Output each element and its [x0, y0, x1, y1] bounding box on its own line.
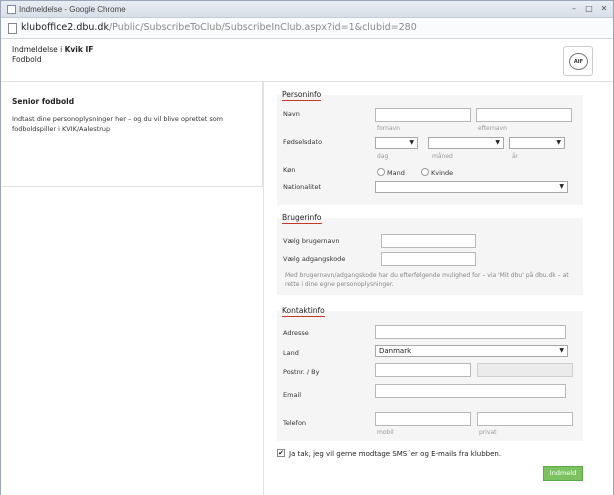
- page-content: Indmeldelse i Kvik IF Fodbold AIF Senior…: [1, 40, 613, 495]
- sport-name: Fodbold: [12, 55, 42, 64]
- brugerinfo-section: Brugerinfo Vælg brugernavn Vælg adgangsk…: [277, 213, 583, 295]
- password-label: Vælg adgangskode: [283, 255, 346, 263]
- chevron-down-icon: ▼: [409, 139, 414, 146]
- page-icon: [8, 23, 17, 34]
- postal-label: Postnr. / By: [283, 368, 320, 376]
- gender-female-radio[interactable]: [421, 168, 429, 176]
- club-logo: AIF: [563, 46, 593, 76]
- consent-checkbox[interactable]: ✔: [277, 449, 285, 457]
- year-sublabel: år: [512, 153, 519, 160]
- kontaktinfo-legend: Kontaktinfo: [282, 306, 325, 317]
- url-host: kluboffice2.dbu.dk: [21, 22, 109, 33]
- month-sublabel: måned: [432, 153, 453, 160]
- username-input[interactable]: [381, 234, 476, 248]
- name-label: Navn: [283, 110, 300, 118]
- month-select[interactable]: ▼: [428, 137, 504, 149]
- club-name: Kvik IF: [64, 45, 94, 54]
- window-title: Indmeldelse - Google Chrome: [19, 5, 126, 14]
- mobile-input[interactable]: [375, 412, 471, 426]
- brugerinfo-note: Med brugernavn/adgangskode har du efterf…: [285, 272, 569, 288]
- minimize-button[interactable]: –: [568, 4, 580, 13]
- year-select[interactable]: ▼: [509, 137, 565, 149]
- consent-label: Ja tak, jeg vil gerne modtage SMS´er og …: [289, 450, 502, 458]
- close-button[interactable]: ✕: [598, 4, 610, 13]
- brugerinfo-legend: Brugerinfo: [282, 213, 322, 224]
- mobile-sublabel: mobil: [377, 429, 394, 436]
- nationality-select[interactable]: ▼: [375, 181, 568, 193]
- username-label: Vælg brugernavn: [283, 237, 340, 245]
- intro-panel: Senior fodbold Indtast dine personoplysn…: [1, 82, 263, 187]
- lastname-input[interactable]: [476, 108, 572, 122]
- personinfo-section: Personinfo Navn fornavn efternavn Fødsel…: [277, 90, 583, 205]
- country-select[interactable]: Danmark ▼: [375, 345, 568, 357]
- nationality-label: Nationalitet: [283, 183, 321, 191]
- city-input: [477, 363, 573, 377]
- gender-male-radio[interactable]: [377, 168, 385, 176]
- browser-window: Indmeldelse - Google Chrome – □ ✕ klubof…: [0, 0, 614, 495]
- column-divider: [263, 82, 264, 495]
- kontaktinfo-section: Kontaktinfo Adresse Land Danmark ▼ Postnr…: [277, 306, 583, 441]
- header-title: Indmeldelse i Kvik IF: [12, 45, 93, 54]
- gender-label: Køn: [283, 166, 296, 174]
- phone-label: Telefon: [283, 419, 307, 427]
- chevron-down-icon: ▼: [495, 139, 500, 146]
- country-label: Land: [283, 349, 299, 357]
- maximize-button[interactable]: □: [583, 4, 595, 13]
- day-select[interactable]: ▼: [375, 137, 418, 149]
- country-value: Danmark: [379, 347, 412, 355]
- address-label: Adresse: [283, 329, 309, 337]
- address-bar[interactable]: kluboffice2.dbu.dk/Public/SubscribeToClu…: [1, 18, 613, 39]
- favicon-icon: [7, 5, 16, 14]
- lastname-sublabel: efternavn: [478, 125, 507, 132]
- chevron-down-icon: ▼: [559, 183, 564, 190]
- header-prefix: Indmeldelse i: [12, 45, 63, 54]
- firstname-input[interactable]: [375, 108, 471, 122]
- private-phone-input[interactable]: [477, 412, 573, 426]
- page-header: Indmeldelse i Kvik IF Fodbold AIF: [1, 40, 613, 82]
- day-sublabel: dag: [377, 153, 389, 160]
- gender-male-label: Mand: [387, 169, 405, 177]
- title-bar: Indmeldelse - Google Chrome – □ ✕: [1, 1, 613, 18]
- url-path: /Public/SubscribeToClub/SubscribeInClub.…: [108, 22, 417, 33]
- url-text[interactable]: kluboffice2.dbu.dk/Public/SubscribeToClu…: [21, 22, 417, 33]
- submit-button[interactable]: Indmeld: [543, 466, 583, 481]
- chevron-down-icon: ▼: [559, 347, 564, 354]
- private-sublabel: privat: [479, 429, 497, 436]
- intro-title: Senior fodbold: [12, 97, 75, 106]
- logo-text: AIF: [569, 53, 588, 70]
- gender-female-label: Kvinde: [431, 169, 454, 177]
- postal-code-input[interactable]: [375, 363, 471, 377]
- email-label: Email: [283, 391, 302, 399]
- personinfo-legend: Personinfo: [282, 90, 322, 101]
- email-input[interactable]: [375, 384, 566, 398]
- intro-text: Indtast dine personoplysninger her – og …: [12, 115, 224, 133]
- dob-label: Fødselsdato: [283, 138, 323, 146]
- chevron-down-icon: ▼: [556, 139, 561, 146]
- address-input[interactable]: [375, 325, 566, 339]
- password-input[interactable]: [381, 252, 476, 266]
- firstname-sublabel: fornavn: [377, 125, 400, 132]
